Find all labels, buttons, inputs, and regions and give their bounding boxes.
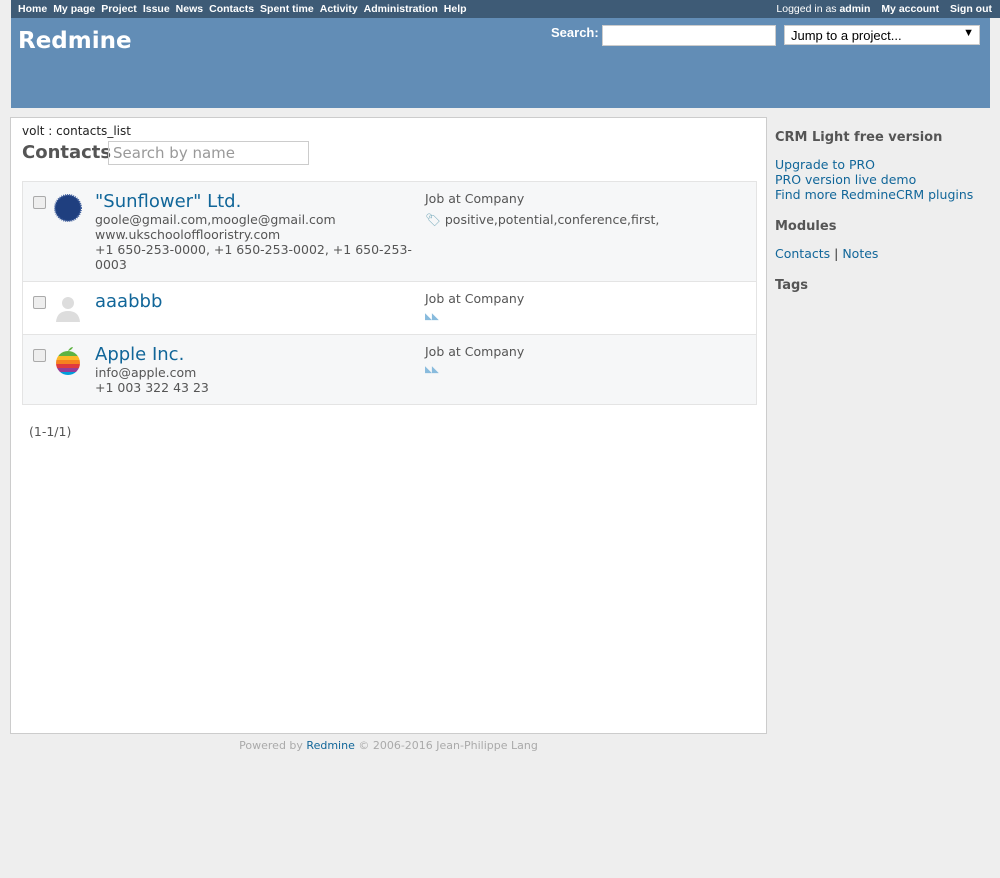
module-contacts[interactable]: Contacts: [775, 246, 830, 261]
module-notes[interactable]: Notes: [842, 246, 878, 261]
upgrade-link[interactable]: Upgrade to PRO: [775, 157, 990, 172]
apple-logo-icon: [56, 347, 80, 375]
tags-title: Tags: [775, 278, 809, 293]
contact-name[interactable]: Apple Inc.: [95, 344, 415, 365]
user-link[interactable]: admin: [839, 3, 870, 15]
contact-email[interactable]: goole@gmail.com,moogle@gmail.com: [95, 212, 415, 227]
menu-project[interactable]: Project: [101, 3, 137, 15]
contact-phone: +1 003 322 43 23: [95, 380, 209, 395]
contact-email[interactable]: info@apple.com: [95, 365, 415, 380]
contact-name[interactable]: aaabbb: [95, 291, 415, 312]
redmine-link[interactable]: Redmine: [306, 739, 354, 752]
contact-search-input[interactable]: Search by name: [108, 141, 309, 165]
footer-copyright: © 2006-2016 Jean-Philippe Lang: [358, 739, 538, 752]
contact-job: Job at Company: [425, 191, 525, 206]
project-jump-select[interactable]: Jump to a project... ▼: [784, 25, 980, 45]
contact-row: aaabbb Job at Company ◣◣: [23, 281, 756, 334]
demo-link[interactable]: PRO version live demo: [775, 172, 990, 187]
search-input[interactable]: [602, 25, 776, 46]
sidebar: CRM Light free version Upgrade to PRO PR…: [775, 130, 990, 305]
contact-job: Job at Company: [425, 291, 525, 306]
contact-phones: +1 650-253-0000, +1 650-253-0002, +1 650…: [95, 242, 412, 272]
default-avatar-icon: [56, 297, 80, 322]
menu-home[interactable]: Home: [18, 3, 47, 15]
my-account-link[interactable]: My account: [881, 3, 939, 15]
header: Redmine Search: Jump to a project... ▼: [11, 18, 990, 108]
menu-contacts[interactable]: Contacts: [209, 3, 254, 15]
sign-out-link[interactable]: Sign out: [950, 3, 992, 15]
pagination: (1-1/1): [29, 424, 72, 439]
search-form: Search:: [551, 25, 776, 46]
contact-website[interactable]: www.ukschoolofflooristry.com: [95, 227, 415, 242]
sunflower-avatar-icon: [54, 194, 82, 222]
app-title[interactable]: Redmine: [18, 28, 132, 54]
top-menu: Home My page Project Issue News Contacts Spent…: [11, 0, 1000, 18]
logged-in-label: Logged in as: [776, 3, 837, 15]
menu-spent-time[interactable]: Spent time: [260, 3, 314, 15]
footer: Powered by Redmine © 2006-2016 Jean-Phil…: [10, 739, 767, 752]
menu-issue[interactable]: Issue: [143, 3, 170, 15]
tag-icon: 🏷: [425, 212, 441, 227]
contacts-list: "Sunflower" Ltd. goole@gmail.com,moogle@…: [22, 181, 757, 405]
jump-label: Jump to a project...: [791, 28, 902, 43]
crm-title: CRM Light free version: [775, 130, 943, 145]
menu-my-page[interactable]: My page: [53, 3, 95, 15]
contact-row: Apple Inc. info@apple.com +1 003 322 43 …: [23, 334, 756, 404]
page-title: Contacts: [22, 142, 112, 163]
contact-row: "Sunflower" Ltd. goole@gmail.com,moogle@…: [23, 182, 756, 281]
modules-title: Modules: [775, 219, 837, 234]
plugins-link[interactable]: Find more RedmineCRM plugins: [775, 187, 990, 202]
breadcrumb: volt : contacts_list: [22, 124, 131, 138]
contact-name[interactable]: "Sunflower" Ltd.: [95, 191, 415, 212]
contact-job: Job at Company: [425, 344, 525, 359]
contact-checkbox[interactable]: [33, 196, 46, 209]
menu-news[interactable]: News: [176, 3, 203, 15]
contact-checkbox[interactable]: [33, 296, 46, 309]
contact-checkbox[interactable]: [33, 349, 46, 362]
tag-icon: ◣◣: [425, 365, 439, 375]
menu-administration[interactable]: Administration: [364, 3, 438, 15]
contact-tags[interactable]: positive,potential,conference,first,: [445, 212, 660, 227]
search-label: Search:: [551, 25, 599, 40]
menu-activity[interactable]: Activity: [320, 3, 358, 15]
content: volt : contacts_list Contacts Search by …: [10, 117, 767, 734]
footer-prefix: Powered by: [239, 739, 303, 752]
menu-help[interactable]: Help: [444, 3, 467, 15]
tag-icon: ◣◣: [425, 312, 439, 322]
dropdown-arrow-icon: ▼: [963, 27, 974, 39]
